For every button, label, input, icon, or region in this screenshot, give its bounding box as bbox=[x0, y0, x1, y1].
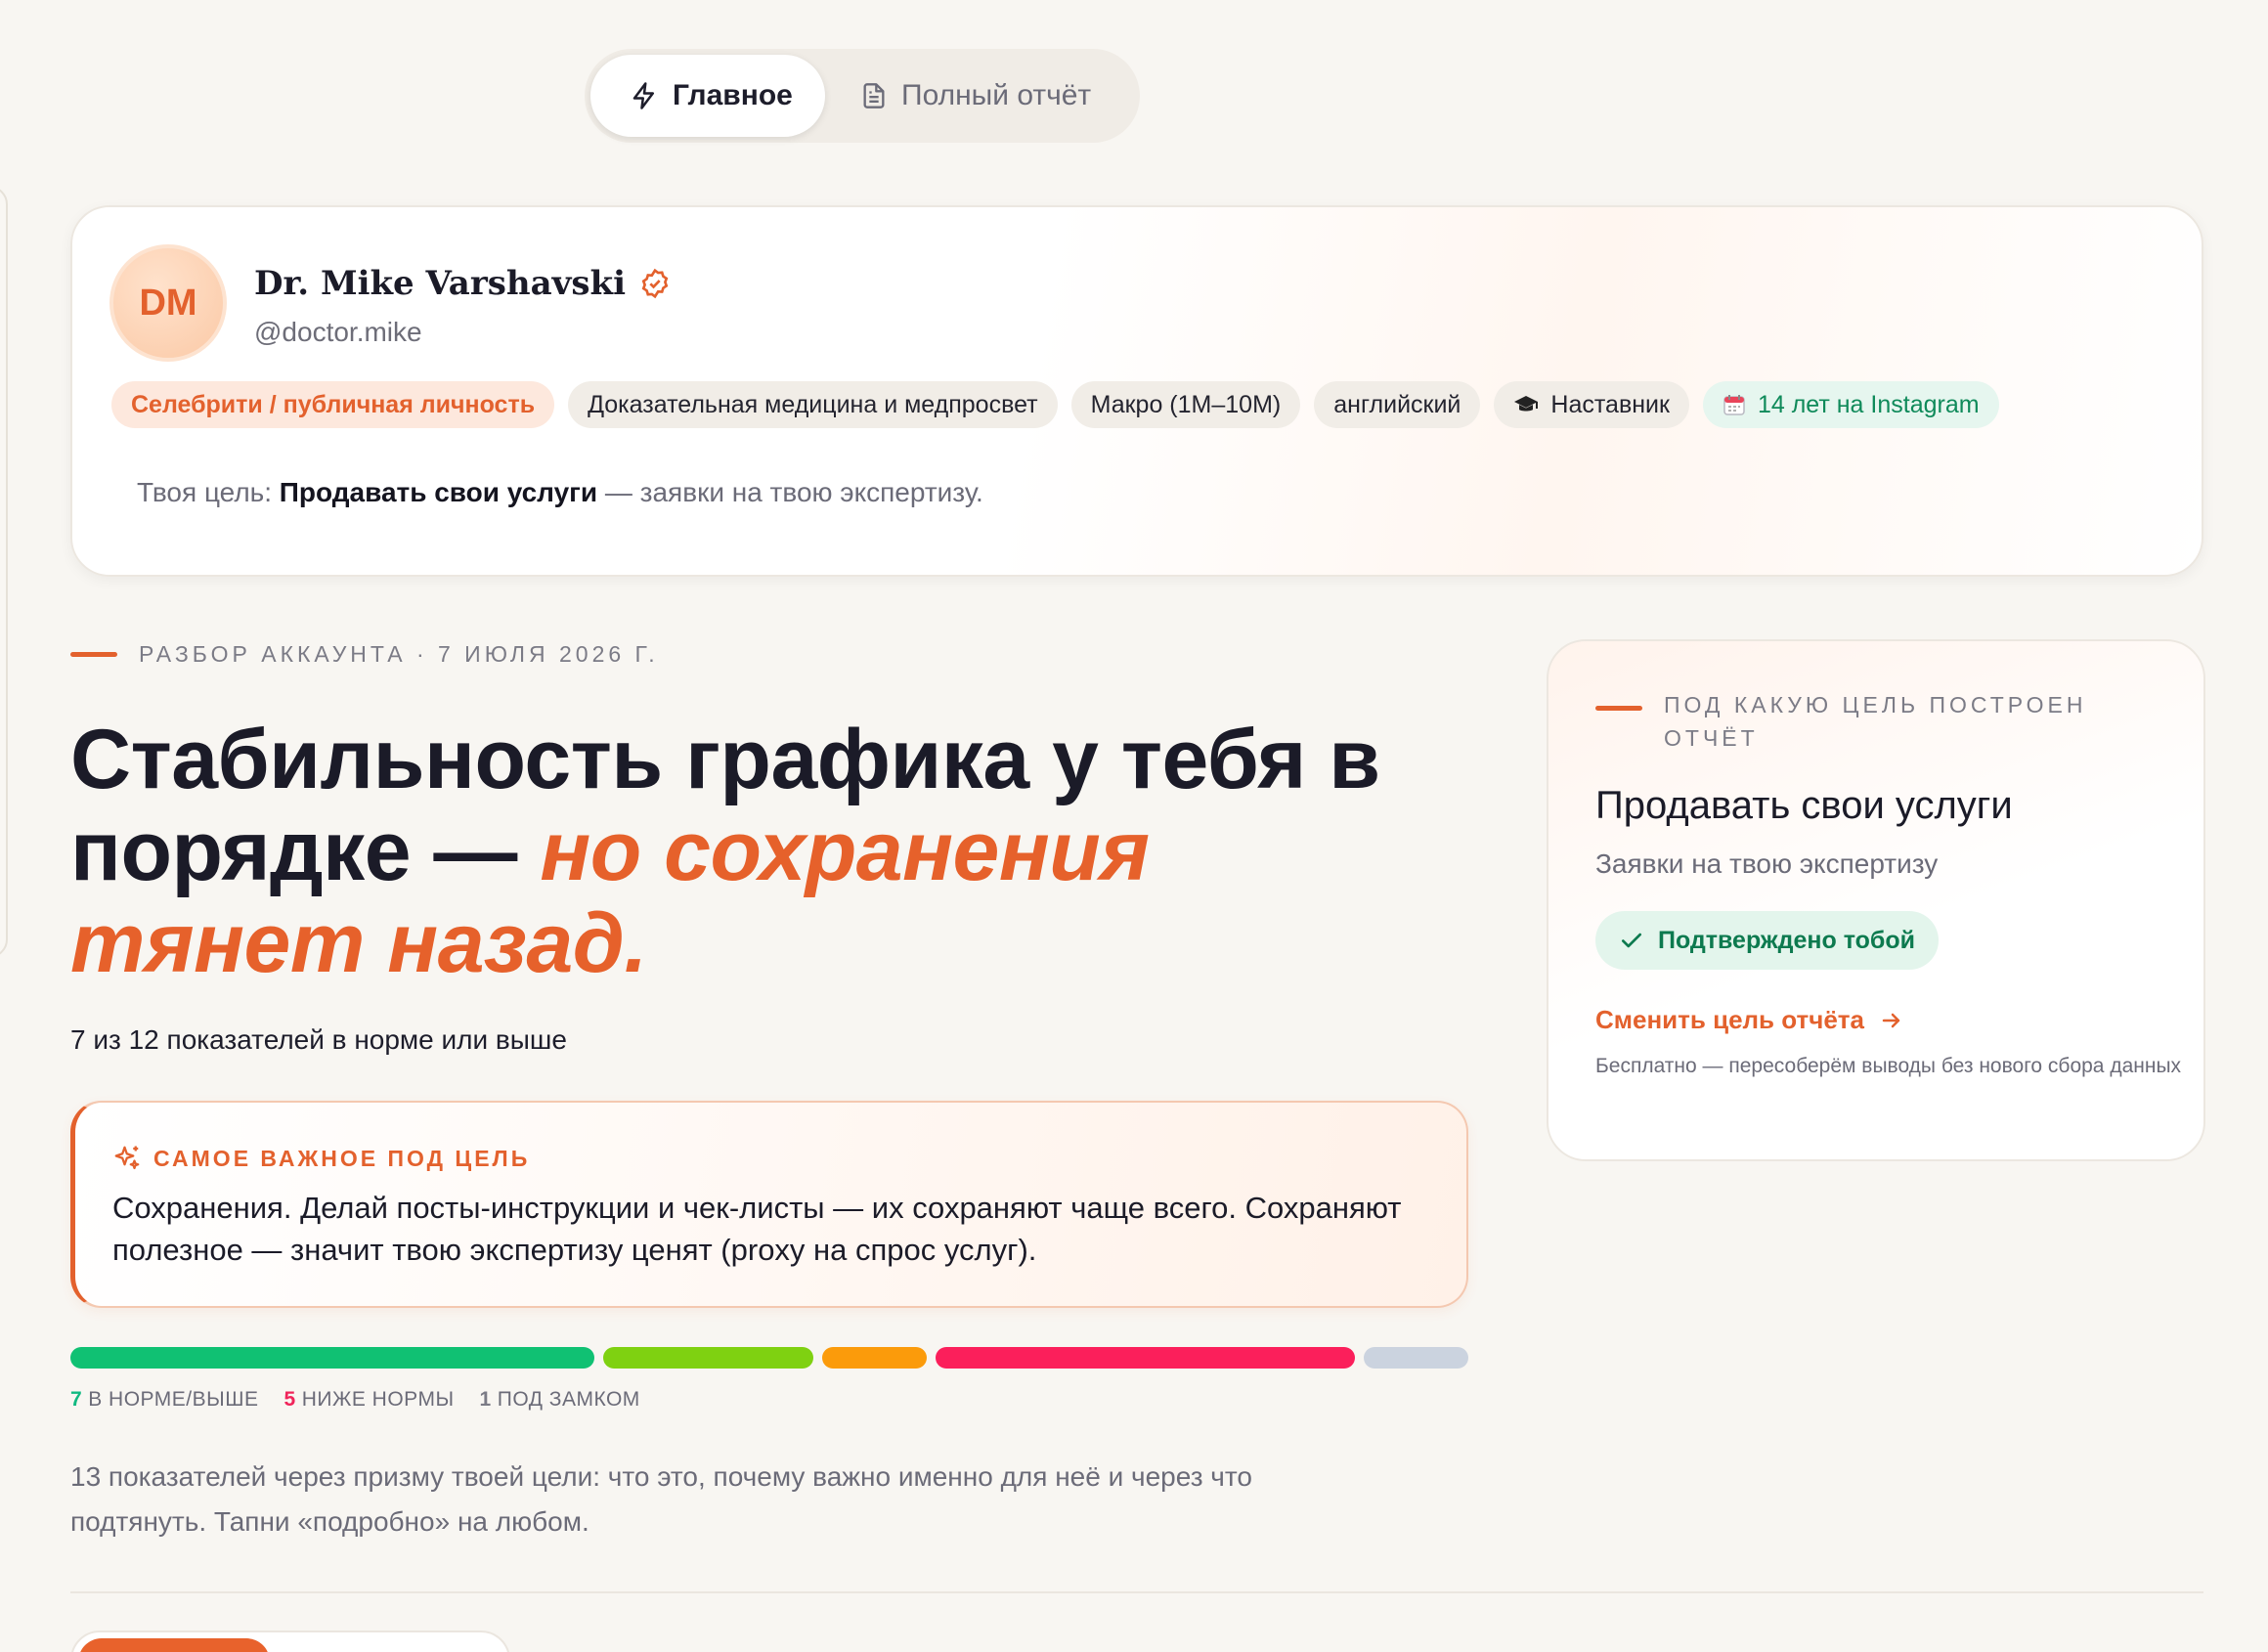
page-title: Стабильность графика у тебя в порядке — … bbox=[70, 714, 1439, 989]
insight-label: САМОЕ ВАЖНОЕ ПОД ЦЕЛЬ bbox=[153, 1145, 531, 1171]
legend-locked-count: 1 bbox=[479, 1388, 492, 1411]
legend-below: 5 НИЖЕ НОРМЫ bbox=[284, 1388, 455, 1412]
goal-suffix: — заявки на твою экспертизу. bbox=[597, 477, 983, 507]
status-bar-segment bbox=[603, 1347, 813, 1369]
tag-label: Наставник bbox=[1550, 390, 1670, 418]
arrow-right-icon bbox=[1882, 1013, 1900, 1027]
profile-goal: Твоя цель: Продавать свои услуги — заявк… bbox=[137, 477, 983, 508]
tag-category: Селебрити / публичная личность bbox=[111, 381, 555, 428]
section-tab-active[interactable] bbox=[78, 1638, 270, 1652]
insight-text: Сохранения. Делай посты-инструкции и чек… bbox=[112, 1191, 1402, 1267]
tab-full-report-label: Полный отчёт bbox=[901, 79, 1092, 111]
report-goal-card: ПОД КАКУЮ ЦЕЛЬ ПОСТРОЕН ОТЧЁТ Продавать … bbox=[1547, 639, 2205, 1161]
legend-ok-count: 7 bbox=[70, 1388, 83, 1411]
section-divider bbox=[70, 1591, 2203, 1593]
change-goal-label: Сменить цель отчёта bbox=[1595, 1005, 1864, 1034]
tag-label: 14 лет на Instagram bbox=[1757, 390, 1980, 418]
avatar: DM bbox=[109, 244, 227, 362]
document-icon bbox=[863, 83, 885, 109]
tag-niche: Доказательная медицина и медпросвет bbox=[568, 381, 1058, 428]
accent-dash bbox=[70, 652, 117, 657]
side-panel-edge bbox=[0, 186, 8, 958]
goal-card-title: Продавать свои услуги bbox=[1595, 784, 2013, 827]
tag-label: английский bbox=[1333, 390, 1461, 418]
checkmark-icon bbox=[1621, 933, 1642, 948]
view-tabs: Главное Полный отчёт bbox=[585, 49, 1140, 143]
sparkles-icon bbox=[114, 1146, 140, 1170]
calendar-icon bbox=[1723, 395, 1745, 415]
metrics-summary: 7 из 12 показателей в норме или выше bbox=[70, 1024, 567, 1055]
confirmed-badge-label: Подтверждено тобой bbox=[1658, 926, 1915, 954]
review-date-label: РАЗБОР АККАУНТА · 7 ИЮЛЯ 2026 Г. bbox=[139, 641, 659, 667]
tab-full-report[interactable]: Полный отчёт bbox=[825, 55, 1126, 137]
legend-ok: 7В НОРМЕ/ВЫШЕ bbox=[70, 1388, 259, 1412]
legend-locked-label: ПОД ЗАМКОМ bbox=[497, 1388, 640, 1411]
review-eyebrow: РАЗБОР АККАУНТА · 7 ИЮЛЯ 2026 Г. bbox=[70, 641, 659, 668]
tag-language: английский bbox=[1314, 381, 1481, 428]
legend-below-label: НИЖЕ НОРМЫ bbox=[301, 1388, 455, 1411]
legend-ok-label: В НОРМЕ/ВЫШЕ bbox=[88, 1388, 259, 1411]
goal-prefix: Твоя цель: bbox=[137, 477, 280, 507]
key-insight-card: САМОЕ ВАЖНОЕ ПОД ЦЕЛЬ Сохранения. Делай … bbox=[70, 1101, 1468, 1308]
profile-name-row: Dr. Mike Varshavski bbox=[254, 264, 671, 303]
tab-main-label: Главное bbox=[673, 79, 793, 111]
goal-card-eyebrow-label: ПОД КАКУЮ ЦЕЛЬ ПОСТРОЕН ОТЧЁТ bbox=[1664, 692, 2087, 751]
tag-label: Макро (1M–10M) bbox=[1090, 390, 1282, 418]
goal-card-eyebrow: ПОД КАКУЮ ЦЕЛЬ ПОСТРОЕН ОТЧЁТ bbox=[1595, 688, 2114, 755]
accent-dash bbox=[1595, 706, 1642, 711]
metrics-description: 13 показателей через призму твоей цели: … bbox=[70, 1461, 1252, 1537]
verified-badge-icon bbox=[641, 268, 669, 299]
profile-tags: Селебрити / публичная личность Доказател… bbox=[111, 381, 1999, 428]
tag-tenure: 14 лет на Instagram bbox=[1702, 381, 1999, 428]
status-bar-segment bbox=[70, 1347, 595, 1369]
profile-card: DM Dr. Mike Varshavski @doctor.mike Селе… bbox=[70, 205, 2203, 577]
status-bar-segment bbox=[935, 1347, 1355, 1369]
status-legend: 7В НОРМЕ/ВЫШЕ 5 НИЖЕ НОРМЫ 1 ПОД ЗАМКОМ bbox=[70, 1388, 640, 1412]
confirmed-badge: Подтверждено тобой bbox=[1595, 911, 1939, 970]
lightning-icon bbox=[632, 82, 654, 109]
goal-card-note: Бесплатно — пересоберём выводы без новог… bbox=[1595, 1055, 2182, 1077]
status-bar-segment bbox=[821, 1347, 927, 1369]
profile-handle: @doctor.mike bbox=[254, 317, 422, 347]
graduation-cap-icon bbox=[1514, 396, 1539, 412]
section-tabs bbox=[70, 1630, 510, 1652]
status-bar-segment bbox=[1363, 1347, 1468, 1369]
goal-card-subtitle: Заявки на твою экспертизу bbox=[1595, 848, 1939, 879]
legend-locked: 1 ПОД ЗАМКОМ bbox=[480, 1388, 640, 1412]
legend-below-count: 5 bbox=[284, 1388, 296, 1411]
profile-name: Dr. Mike Varshavski bbox=[254, 264, 626, 303]
tag-label: Доказательная медицина и медпросвет bbox=[588, 390, 1038, 418]
tag-size: Макро (1M–10M) bbox=[1070, 381, 1301, 428]
tag-role: Наставник bbox=[1494, 381, 1689, 428]
tag-label: Селебрити / публичная личность bbox=[131, 390, 536, 418]
tab-main[interactable]: Главное bbox=[590, 55, 825, 137]
goal-value: Продавать свои услуги bbox=[279, 477, 598, 507]
insight-label-row: САМОЕ ВАЖНОЕ ПОД ЦЕЛЬ bbox=[112, 1144, 530, 1173]
change-goal-link[interactable]: Сменить цель отчёта bbox=[1595, 1005, 1903, 1035]
